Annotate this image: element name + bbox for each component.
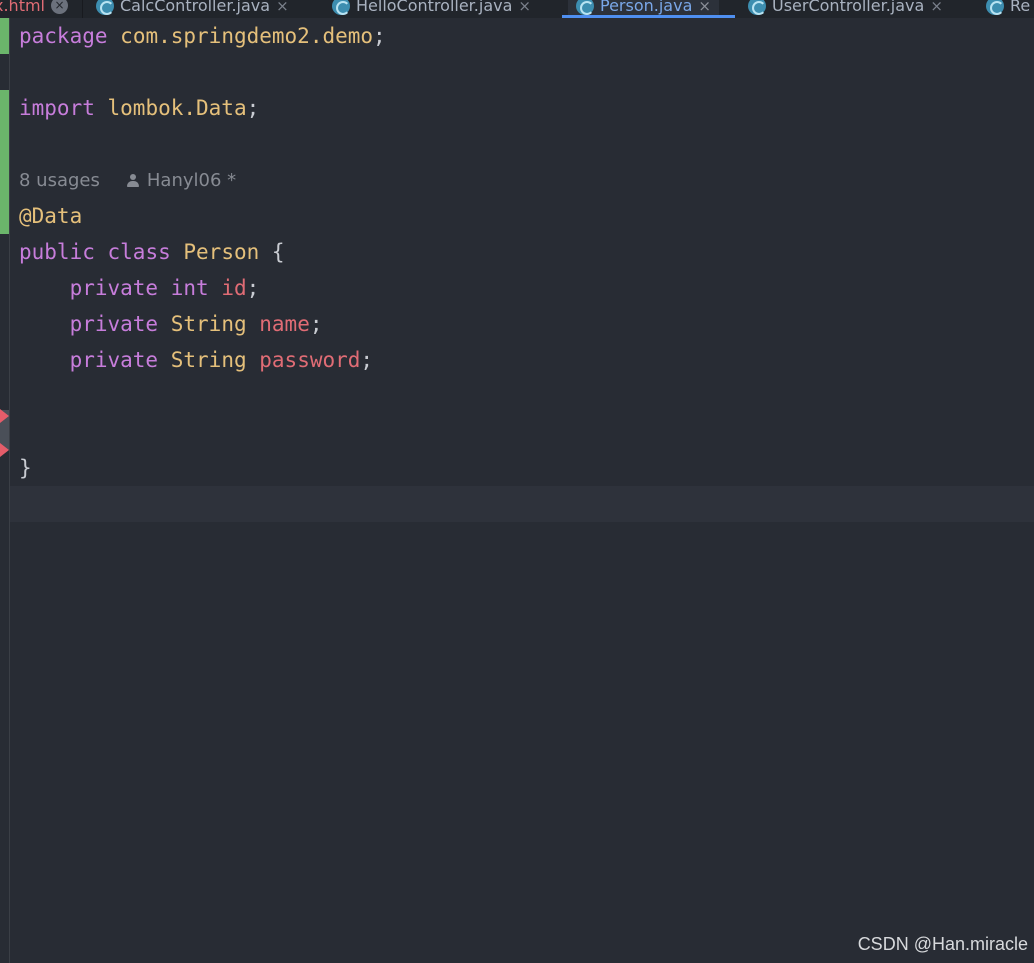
tab-label: CalcController.java [120, 0, 271, 15]
vcs-deleted-marker-icon[interactable] [0, 443, 9, 457]
tab-label: x.html [0, 0, 45, 15]
keyword: public [19, 240, 95, 264]
package-name: com.springdemo2.demo [120, 24, 374, 48]
tab-label: HelloController.java [356, 0, 513, 15]
semicolon: ; [373, 24, 386, 48]
java-class-icon [748, 0, 766, 15]
type-name: String [170, 348, 247, 372]
active-tab-indicator [562, 15, 735, 18]
author-hint[interactable]: Hanyl06 * [147, 166, 236, 196]
watermark: CSDN @Han.miracle [857, 934, 1028, 954]
close-icon[interactable]: × [698, 0, 711, 15]
code-line-class-decl[interactable]: public class Person { [19, 234, 285, 270]
usages-hint[interactable]: 8 usages [19, 166, 100, 196]
current-line-highlight [10, 486, 1034, 522]
close-icon[interactable]: × [276, 0, 289, 15]
java-class-icon [96, 0, 114, 15]
code-line-close-brace[interactable]: } [19, 450, 32, 486]
tab-html-file[interactable]: x.html × [0, 0, 76, 18]
code-line-import[interactable]: import lombok.Data; [19, 90, 259, 126]
type-name: String [170, 312, 247, 336]
editor-tab-bar: x.html × CalcController.java × HelloCont… [0, 0, 1034, 18]
field-name: id [221, 276, 247, 300]
keyword: class [107, 240, 171, 264]
primitive-type: int [170, 276, 209, 300]
tab-calc-controller[interactable]: CalcController.java × [88, 0, 297, 18]
keyword: import [19, 96, 95, 120]
code-line-field[interactable]: private int id; [19, 270, 260, 306]
keyword: private [69, 348, 159, 372]
close-icon[interactable]: × [51, 0, 68, 14]
code-vision-hint[interactable]: 8 usages Hanyl06 * [19, 166, 236, 196]
code-line-field[interactable]: private String name; [19, 306, 323, 342]
field-name: name [259, 312, 310, 336]
brace: } [19, 456, 32, 480]
vcs-change-marker[interactable] [0, 18, 9, 54]
keyword: private [69, 312, 159, 336]
java-class-icon [986, 0, 1004, 15]
annotation: @Data [19, 204, 83, 228]
code-line-annotation[interactable]: @Data [19, 198, 82, 234]
vcs-deleted-marker-icon[interactable] [0, 409, 9, 423]
java-class-icon [576, 0, 594, 15]
tab-label: Person.java [600, 0, 693, 15]
keyword: private [69, 276, 159, 300]
semicolon: ; [309, 312, 323, 336]
ide-window: x.html × CalcController.java × HelloCont… [0, 0, 1034, 963]
close-icon[interactable]: × [930, 0, 943, 15]
semicolon: ; [246, 276, 260, 300]
import-name: lombok.Data [107, 96, 247, 120]
vcs-change-marker[interactable] [0, 90, 9, 234]
user-icon [126, 174, 140, 188]
brace: { [271, 240, 285, 264]
close-icon[interactable]: × [518, 0, 531, 15]
keyword: package [19, 24, 108, 48]
class-name: Person [183, 240, 260, 264]
tab-label: UserController.java [772, 0, 925, 15]
tab-label: Re [1010, 0, 1031, 15]
tab-user-controller[interactable]: UserController.java × [740, 0, 951, 18]
tab-truncated[interactable]: Re [978, 0, 1034, 18]
tab-hello-controller[interactable]: HelloController.java × [324, 0, 539, 18]
code-line-package[interactable]: package com.springdemo2.demo; [19, 18, 386, 54]
semicolon: ; [246, 96, 260, 120]
field-name: password [259, 348, 361, 372]
semicolon: ; [360, 348, 374, 372]
code-line-field[interactable]: private String password; [19, 342, 374, 378]
java-class-icon [332, 0, 350, 15]
